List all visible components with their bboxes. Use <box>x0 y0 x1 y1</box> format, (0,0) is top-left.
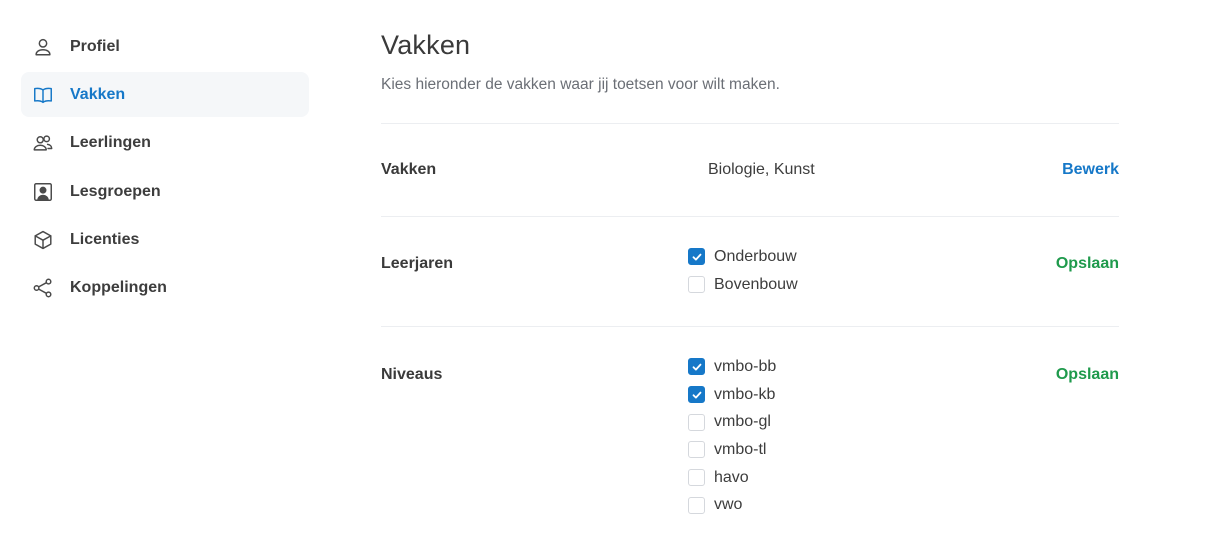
option-bovenbouw[interactable]: Bovenbouw <box>688 271 798 299</box>
checkbox-unchecked[interactable] <box>688 276 705 294</box>
option-label: vwo <box>714 496 743 514</box>
sidebar-item-label: Koppelingen <box>70 279 167 297</box>
page-subtitle: Kies hieronder de vakken waar jij toetse… <box>381 76 780 93</box>
sidebar-item-label: Lesgroepen <box>70 182 161 200</box>
leerjaren-opslaan-button[interactable]: Opslaan <box>1056 255 1119 273</box>
leerjaren-options: Onderbouw Bovenbouw <box>688 243 798 298</box>
cube-icon <box>32 229 54 251</box>
checkbox-checked[interactable] <box>688 386 705 404</box>
option-vmbo-bb[interactable]: vmbo-bb <box>688 353 776 381</box>
checkbox-checked[interactable] <box>688 358 705 376</box>
niveaus-row: Niveaus vmbo-bb vmbo-kb vmbo-gl vmbo-tl … <box>381 327 1119 532</box>
main-content: Vakken Kies hieronder de vakken waar jij… <box>381 28 1119 532</box>
checkbox-checked[interactable] <box>688 248 705 266</box>
sidebar-item-label: Licenties <box>70 231 140 249</box>
group-portrait-icon <box>32 181 54 203</box>
vakken-label: Vakken <box>381 161 437 178</box>
book-icon <box>32 84 54 106</box>
checkbox-unchecked[interactable] <box>688 441 705 459</box>
option-vmbo-tl[interactable]: vmbo-tl <box>688 436 776 464</box>
sidebar-item-leerlingen[interactable]: Leerlingen <box>21 121 309 166</box>
vakken-value: Biologie, Kunst <box>708 161 815 178</box>
checkbox-unchecked[interactable] <box>688 496 705 514</box>
user-icon <box>32 36 54 58</box>
option-label: Bovenbouw <box>714 275 798 293</box>
checkbox-unchecked[interactable] <box>688 413 705 431</box>
leerjaren-row: Leerjaren Onderbouw Bovenbouw Opslaan <box>381 217 1119 326</box>
vakken-row: Vakken Biologie, Kunst Bewerk <box>381 124 1119 216</box>
users-icon <box>32 132 54 154</box>
check-icon <box>692 253 701 261</box>
sidebar-item-label: Vakken <box>70 85 126 103</box>
niveaus-options: vmbo-bb vmbo-kb vmbo-gl vmbo-tl havo vwo <box>688 353 776 519</box>
option-vwo[interactable]: vwo <box>688 491 776 519</box>
sidebar-item-vakken[interactable]: Vakken <box>21 72 309 118</box>
sidebar-item-profiel[interactable]: Profiel <box>21 24 309 69</box>
leerjaren-label: Leerjaren <box>381 255 454 272</box>
bewerk-button[interactable]: Bewerk <box>1062 161 1119 179</box>
check-icon <box>692 363 701 371</box>
checkbox-unchecked[interactable] <box>688 469 705 487</box>
sidebar-item-lesgroepen[interactable]: Lesgroepen <box>21 169 309 214</box>
sidebar: Profiel Vakken Leerlingen Lesgroepen Lic… <box>21 24 309 314</box>
option-label: vmbo-gl <box>714 413 771 431</box>
option-label: havo <box>714 468 749 486</box>
sidebar-item-licenties[interactable]: Licenties <box>21 218 309 263</box>
sidebar-item-label: Profiel <box>70 37 120 55</box>
share-icon <box>32 277 54 299</box>
option-label: vmbo-tl <box>714 440 767 458</box>
option-onderbouw[interactable]: Onderbouw <box>688 243 798 271</box>
option-label: Onderbouw <box>714 247 797 265</box>
check-icon <box>692 391 701 399</box>
option-label: vmbo-bb <box>714 357 777 375</box>
sidebar-item-label: Leerlingen <box>70 134 151 152</box>
sidebar-item-koppelingen[interactable]: Koppelingen <box>21 266 309 311</box>
option-vmbo-kb[interactable]: vmbo-kb <box>688 381 776 409</box>
option-havo[interactable]: havo <box>688 464 776 492</box>
option-vmbo-gl[interactable]: vmbo-gl <box>688 408 776 436</box>
niveaus-label: Niveaus <box>381 366 443 383</box>
page-title: Vakken <box>381 30 471 60</box>
niveaus-opslaan-button[interactable]: Opslaan <box>1056 366 1119 384</box>
option-label: vmbo-kb <box>714 385 776 403</box>
